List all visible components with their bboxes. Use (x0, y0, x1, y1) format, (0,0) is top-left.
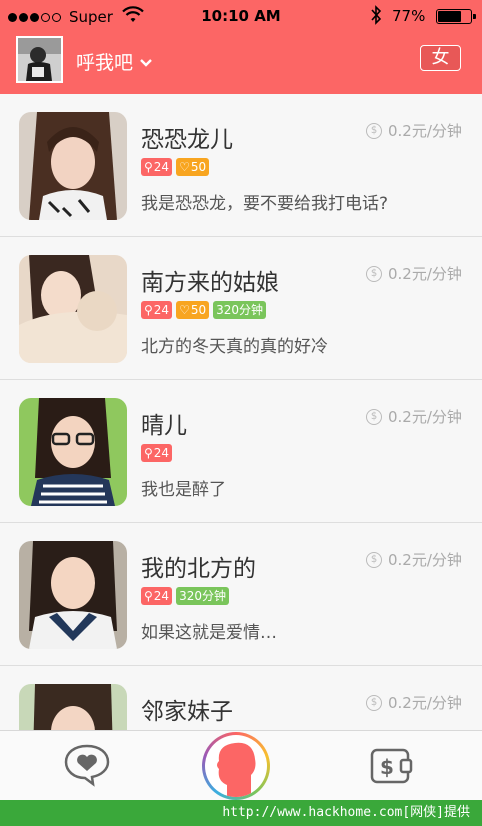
user-description: 我是恐恐龙，要不要给我打电话? (141, 194, 389, 214)
battery-percent: 77% (392, 7, 426, 25)
page-title: 呼我吧 (76, 52, 134, 74)
likes-count: 50 (190, 303, 207, 317)
pin-icon: ⚲ (144, 589, 153, 603)
price-label: 0.2元/分钟 (388, 265, 462, 283)
user-name: 我的北方的 (141, 556, 256, 582)
badge-group: ⚲ 24 320分钟 (141, 587, 229, 605)
user-photo[interactable] (19, 112, 127, 220)
fans-badge: ⚲ 24 (141, 587, 173, 605)
user-photo[interactable] (19, 255, 127, 363)
watermark-footer: http://www.hackhome.com[网侠]提供 (0, 800, 482, 826)
likes-badge: ♡ 50 (176, 158, 210, 176)
list-item[interactable]: 南方来的姑娘 $ 0.2元/分钟 ⚲ 24 ♡ 50 320分钟 北方的冬天真的真的… (0, 237, 482, 380)
call-price: $ 0.2元/分钟 (366, 692, 462, 713)
pin-icon: ⚲ (144, 303, 153, 317)
heart-outline-icon: ♡ (179, 303, 190, 317)
user-list: 恐恐龙儿 $ 0.2元/分钟 ⚲24 ♡50 我是恐恐龙，要不要给我打电话? (0, 94, 482, 800)
top-bar: Super 10:10 AM 77% 呼我吧 女 (0, 0, 482, 94)
badge-group: ⚲ 24 (141, 444, 173, 462)
user-description: 北方的冬天真的真的好冷 (141, 337, 328, 357)
call-price: $ 0.2元/分钟 (366, 406, 462, 427)
user-name: 邻家妹子 (141, 699, 233, 725)
call-price: $ 0.2元/分钟 (366, 549, 462, 570)
bottom-tab-bar: $ (0, 730, 482, 800)
user-photo[interactable] (19, 541, 127, 649)
heart-outline-icon: ♡ (179, 160, 190, 174)
price-label: 0.2元/分钟 (388, 408, 462, 426)
coin-icon: $ (366, 122, 382, 139)
channel-selector[interactable]: 呼我吧 (76, 48, 153, 75)
fans-count: 24 (153, 446, 170, 460)
fans-count: 24 (153, 303, 170, 317)
my-avatar[interactable] (16, 36, 63, 83)
list-item[interactable]: 恐恐龙儿 $ 0.2元/分钟 ⚲ 24 ♡ 50 我是恐恐龙，要不要给我打电话? (0, 94, 482, 237)
profile-silhouette-icon[interactable] (202, 732, 270, 800)
fans-badge: ⚲ 24 (141, 158, 173, 176)
call-price: $ 0.2元/分钟 (366, 263, 462, 284)
coin-icon: $ (366, 408, 382, 425)
user-description: 我也是醉了 (141, 480, 226, 500)
coin-icon: $ (366, 551, 382, 568)
chevron-down-icon (139, 51, 153, 73)
minutes-badge: 320分钟 (213, 301, 267, 319)
user-photo[interactable] (19, 398, 127, 506)
fans-count: 24 (153, 160, 170, 174)
battery-icon (436, 9, 476, 24)
app-screen: Super 10:10 AM 77% 呼我吧 女 恐恐龙儿 $ 0.2元/分钟 … (0, 0, 482, 800)
price-label: 0.2元/分钟 (388, 694, 462, 712)
status-bar: Super 10:10 AM 77% (0, 0, 482, 32)
heart-chat-icon[interactable] (63, 743, 111, 787)
badge-group: ⚲ 24 ♡ 50 320分钟 (141, 301, 267, 319)
pin-icon: ⚲ (144, 446, 153, 460)
call-price: $ 0.2元/分钟 (366, 120, 462, 141)
list-item[interactable]: 我的北方的 $ 0.2元/分钟 ⚲ 24 320分钟 如果这就是爱情… (0, 523, 482, 666)
battery-nub (473, 14, 476, 19)
user-name: 南方来的姑娘 (141, 270, 279, 296)
pin-icon: ⚲ (144, 160, 153, 174)
fans-badge: ⚲ 24 (141, 301, 173, 319)
gender-filter-button[interactable]: 女 (420, 45, 461, 71)
fans-count: 24 (153, 589, 170, 603)
fans-badge: ⚲ 24 (141, 444, 173, 462)
user-description: 如果这就是爱情… (141, 623, 277, 643)
likes-count: 50 (190, 160, 207, 174)
price-label: 0.2元/分钟 (388, 122, 462, 140)
coin-icon: $ (366, 265, 382, 282)
bluetooth-icon (370, 5, 382, 29)
minutes-badge: 320分钟 (176, 587, 229, 605)
price-label: 0.2元/分钟 (388, 551, 462, 569)
likes-badge: ♡ 50 (176, 301, 210, 319)
coin-icon: $ (366, 694, 382, 711)
badge-group: ⚲ 24 ♡ 50 (141, 158, 210, 176)
center-tab-inner (205, 735, 267, 797)
user-name: 晴儿 (141, 413, 187, 439)
list-item[interactable]: 晴儿 $ 0.2元/分钟 ⚲ 24 我也是醉了 (0, 380, 482, 523)
user-name: 恐恐龙儿 (141, 127, 233, 153)
battery-fill (438, 11, 462, 22)
svg-text:$: $ (380, 755, 394, 779)
wallet-icon[interactable]: $ (369, 746, 413, 786)
